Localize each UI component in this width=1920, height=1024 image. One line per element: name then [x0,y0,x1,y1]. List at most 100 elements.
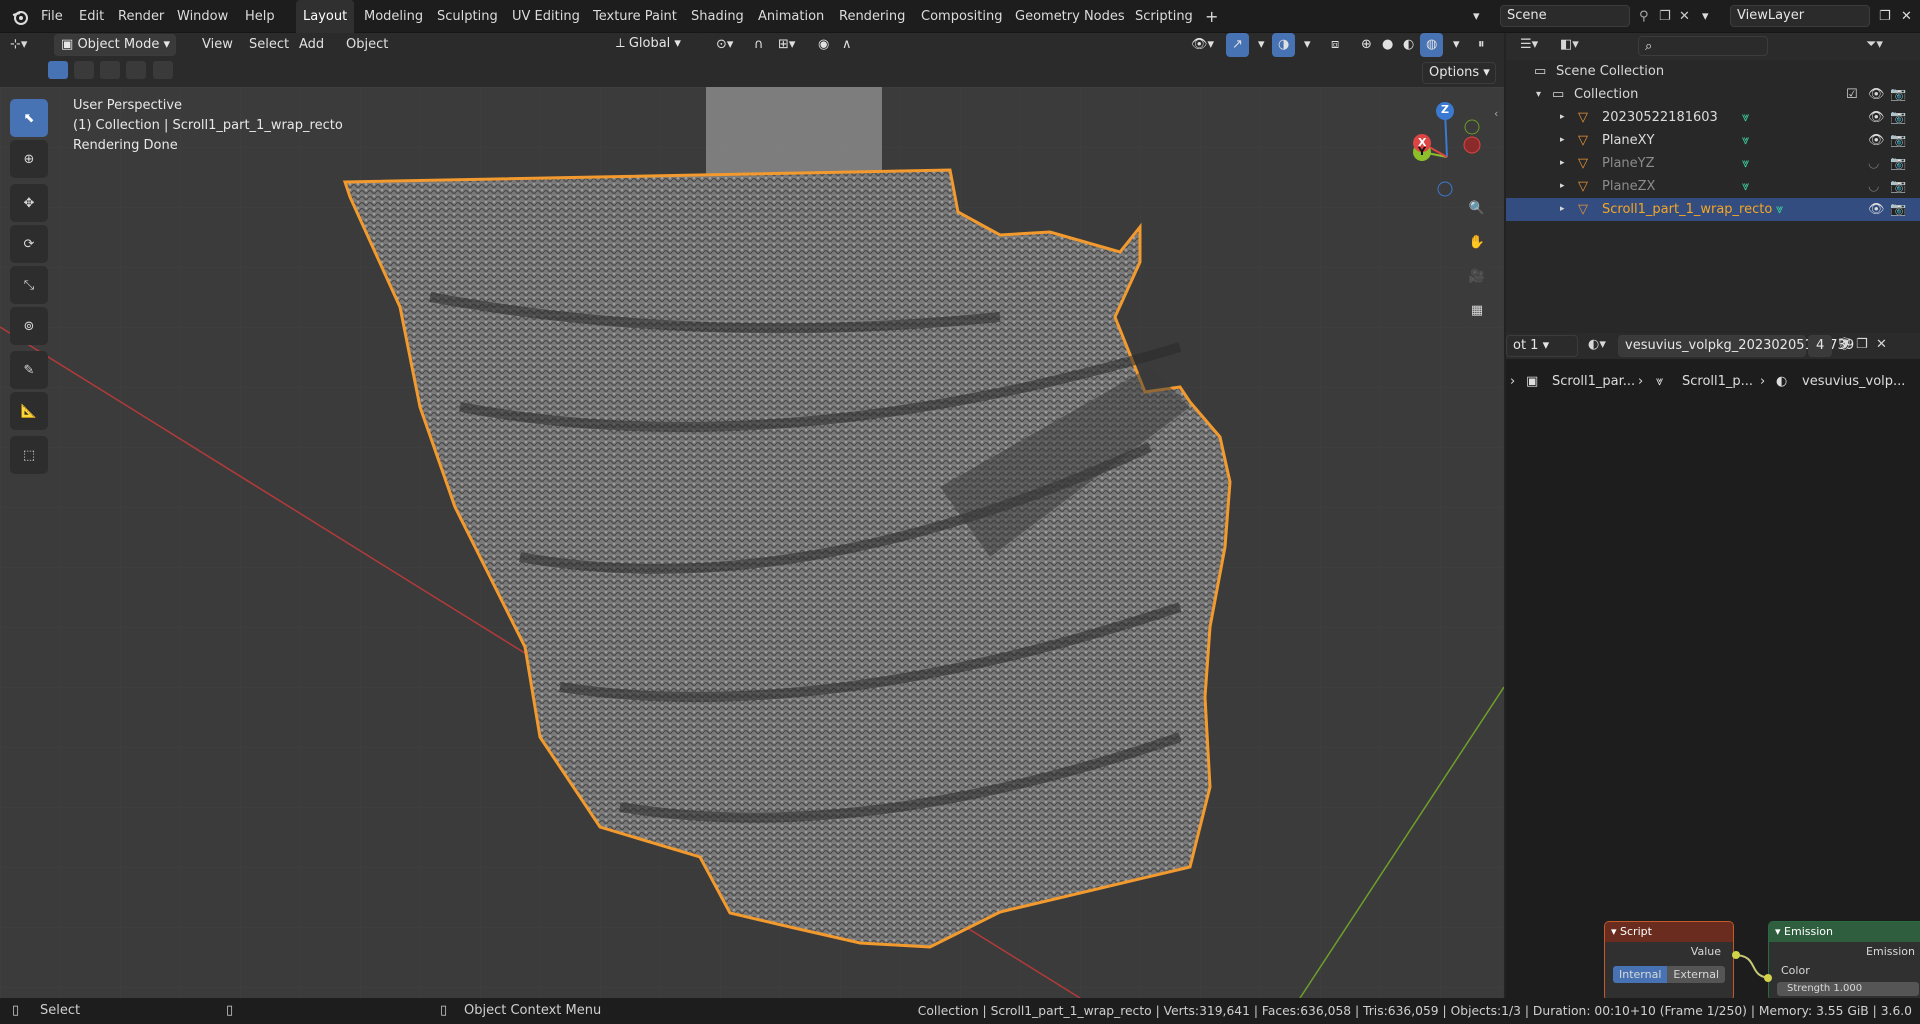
menu-edit[interactable]: Edit [72,0,111,33]
tab-shading[interactable]: Shading [684,0,751,33]
render-camera-icon[interactable]: 📷 [1890,198,1906,221]
outliner-item[interactable]: ▸ ▽ PlaneYZ ⩔ ◡ 📷 [1506,152,1920,175]
pan-hand-icon[interactable]: ✋ [1462,227,1492,257]
menu-file[interactable]: File [34,0,70,33]
gizmo-dropdown-icon[interactable]: ▾ [1252,33,1271,57]
tab-geometry-nodes[interactable]: Geometry Nodes [1008,0,1132,33]
outliner-item[interactable]: ▸ ▽ 20230522181603 ⩔ 👁 📷 [1506,106,1920,129]
navigation-gizmo[interactable]: Z Y X [1400,97,1500,197]
wireframe-shading-icon[interactable]: ⊕ [1355,33,1378,57]
view-layer-selector-icon[interactable]: ▾ [1695,0,1716,33]
menu-render[interactable]: Render [111,0,171,33]
tab-texture-paint[interactable]: Texture Paint [586,0,684,33]
visibility-icon[interactable]: 👁▾ [1185,33,1220,57]
render-camera-icon[interactable]: 📷 [1890,106,1906,129]
display-mode-icon[interactable]: ◧▾ [1560,37,1579,52]
rotate-tool[interactable]: ⟳ [10,225,48,263]
color-socket[interactable] [1764,974,1772,982]
select-subtract-icon[interactable] [100,61,121,79]
zoom-icon[interactable]: 🔍 [1462,193,1492,223]
filter-icon[interactable]: ⏷▾ [1866,37,1883,52]
menu-add[interactable]: Add [293,33,330,57]
snap-icon[interactable]: ∩ [748,33,770,57]
tab-external[interactable]: External [1667,966,1726,983]
scene-collection-row[interactable]: ▭ Scene Collection [1506,60,1920,83]
add-workspace-button[interactable]: + [1198,0,1225,33]
strength-field[interactable]: Strength 1.000 [1777,982,1919,996]
pause-render-icon[interactable]: ⏸ [1472,33,1491,57]
falloff-icon[interactable]: ∧ [836,33,858,57]
select-invert-icon[interactable] [126,61,147,79]
pivot-point-icon[interactable]: ⊙▾ [710,33,739,57]
expand-icon[interactable]: ▸ [1560,106,1565,129]
expand-icon[interactable]: ▸ [1560,152,1565,175]
camera-view-icon[interactable]: 🎥 [1462,261,1492,291]
collapse-icon[interactable]: ▾ [1775,925,1781,938]
select-new-icon[interactable] [48,61,68,79]
material-shading-icon[interactable]: ◐ [1397,33,1420,57]
menu-object[interactable]: Object [340,33,394,57]
visibility-eye-icon[interactable]: 👁 [1868,129,1885,152]
blender-logo-icon[interactable] [4,0,34,33]
visibility-eye-icon[interactable]: 👁 [1868,198,1885,221]
shading-dropdown-icon[interactable]: ▾ [1447,33,1466,57]
proportional-edit-icon[interactable]: ◉ [812,33,835,57]
visibility-eye-icon[interactable]: 👁 [1868,83,1885,106]
scale-tool[interactable]: ⤡ [10,266,48,304]
outliner-search[interactable]: ⌕ [1638,36,1768,56]
render-camera-icon[interactable]: 📷 [1890,83,1906,106]
measure-tool[interactable]: 📐 [10,392,48,430]
tab-uv-editing[interactable]: UV Editing [505,0,587,33]
exclude-checkbox[interactable]: ☑ [1846,83,1858,106]
transform-tool[interactable]: ⊚ [10,307,48,345]
tab-scripting[interactable]: Scripting [1128,0,1200,33]
scene-selector-icon[interactable]: ▾ [1466,0,1496,33]
node-editor[interactable]: ot 1 ▾ ◐▾ vesuvius_volpkg_20230205180739… [1506,333,1920,1001]
gizmo-toggle-icon[interactable]: ↗ [1226,33,1249,57]
visibility-eye-icon[interactable]: 👁 [1868,106,1885,129]
tab-modeling[interactable]: Modeling [357,0,430,33]
menu-view[interactable]: View [196,33,239,57]
outliner-item[interactable]: ▸ ▽ Scroll1_part_1_wrap_recto ⩔ 👁 📷 [1506,198,1920,221]
render-camera-icon[interactable]: 📷 [1890,175,1906,198]
outliner-editor-icon[interactable]: ☰▾ [1520,37,1538,52]
annotate-tool[interactable]: ✎ [10,351,48,389]
tab-compositing[interactable]: Compositing [914,0,1010,33]
tab-layout[interactable]: Layout [296,0,355,33]
select-extend-icon[interactable] [74,61,95,79]
script-node[interactable]: ▾ Script Value Internal External [1604,921,1734,1001]
delete-view-layer-icon[interactable]: ✕ [1894,0,1919,33]
collection-row[interactable]: ▾ ▭ Collection ☑ 👁 📷 [1506,83,1920,106]
xray-icon[interactable]: ⧈ [1325,33,1345,57]
cursor-tool[interactable]: ⊕ [10,140,48,178]
solid-shading-icon[interactable]: ● [1376,33,1399,57]
expand-icon[interactable]: ▾ [1536,83,1541,106]
expand-icon[interactable]: ▸ [1560,129,1565,152]
emission-node[interactable]: ▾ Emission Emission Color Strength 1.000 [1768,921,1920,1001]
rendered-shading-icon[interactable]: ◍ [1420,33,1444,57]
eye-closed-icon[interactable]: ◡ [1868,175,1879,198]
3d-viewport[interactable]: ⬉ ⊕ ✥ ⟳ ⤡ ⊚ ✎ 📐 ⬚ User Perspective (1) C… [0,87,1504,998]
expand-icon[interactable]: ▸ [1560,175,1565,198]
render-camera-icon[interactable]: 📷 [1890,152,1906,175]
render-camera-icon[interactable]: 📷 [1890,129,1906,152]
add-cube-tool[interactable]: ⬚ [10,436,48,474]
scene-name-field[interactable]: Scene [1500,5,1630,27]
tab-rendering[interactable]: Rendering [832,0,912,33]
snap-target-icon[interactable]: ⊞▾ [772,33,801,57]
editor-type-icon[interactable]: ⊹▾ [10,33,27,57]
outliner-item[interactable]: ▸ ▽ PlaneXY ⩔ 👁 📷 [1506,129,1920,152]
options-dropdown[interactable]: Options ▾ [1422,62,1496,84]
outliner-item[interactable]: ▸ ▽ PlaneZX ⩔ ◡ 📷 [1506,175,1920,198]
mode-selector[interactable]: ▣ Object Mode ▾ [54,34,176,56]
menu-window[interactable]: Window [170,0,235,33]
tab-animation[interactable]: Animation [751,0,831,33]
expand-icon[interactable]: ▸ [1560,198,1565,221]
tab-sculpting[interactable]: Sculpting [430,0,505,33]
eye-closed-icon[interactable]: ◡ [1868,152,1879,175]
overlay-toggle-icon[interactable]: ◑ [1272,33,1296,57]
ortho-grid-icon[interactable]: ▦ [1462,295,1492,325]
move-tool[interactable]: ✥ [10,184,48,222]
menu-help[interactable]: Help [238,0,282,33]
delete-scene-icon[interactable]: ✕ [1672,0,1697,33]
